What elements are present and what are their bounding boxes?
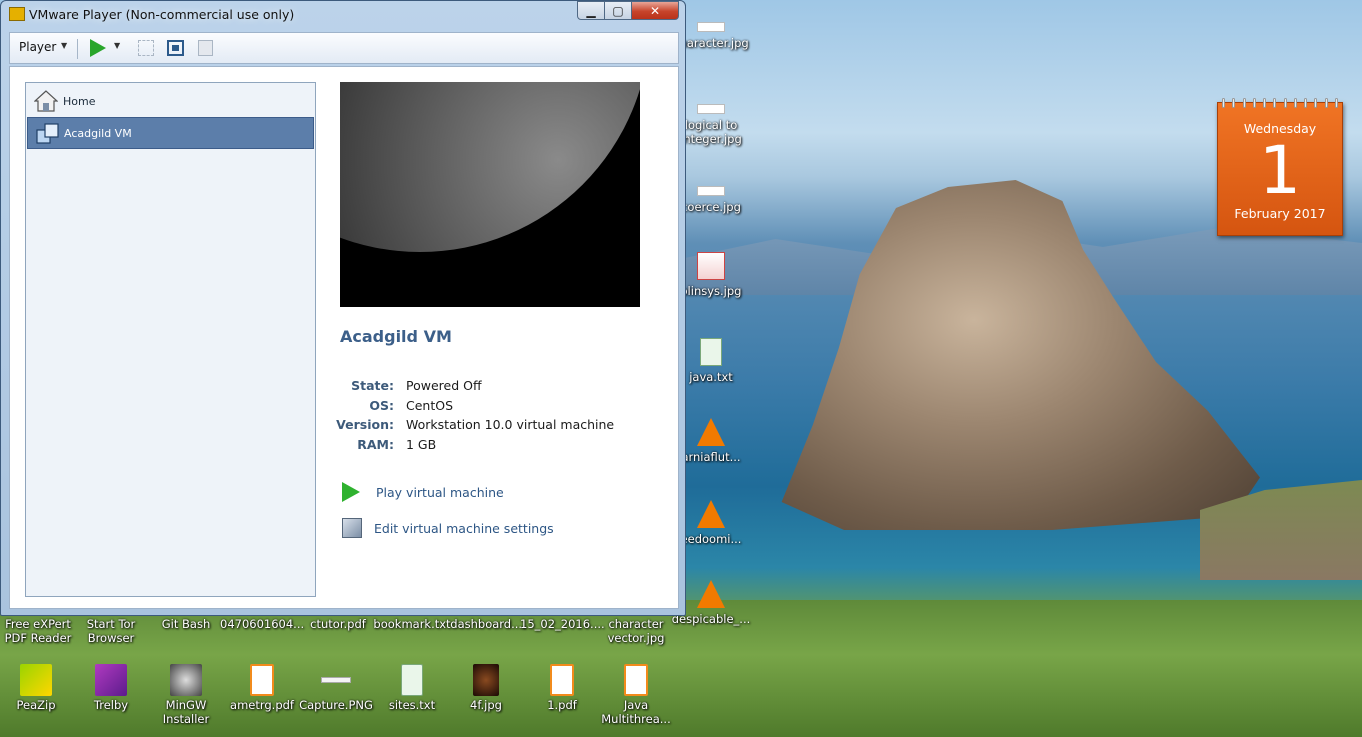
pdf-icon	[624, 664, 648, 696]
image-file-icon	[697, 186, 725, 196]
library-item-home[interactable]: Home	[27, 85, 314, 117]
calendar-date: 1	[1259, 132, 1301, 209]
desktop-icon-15-02-2016[interactable]: 15_02_2016....	[520, 617, 605, 631]
settings-icon	[342, 518, 362, 538]
play-icon	[342, 482, 360, 502]
library-item-vm-label: Acadgild VM	[64, 126, 132, 140]
os-label: OS:	[369, 398, 394, 413]
maximize-button[interactable]: ▢	[604, 1, 632, 20]
state-label: State:	[351, 378, 394, 393]
desktop-icon-capture-png[interactable]: Capture.PNG	[294, 664, 378, 712]
calendar-rings	[1222, 98, 1338, 108]
vm-name-heading: Acadgild VM	[340, 327, 452, 346]
image-file-icon	[320, 664, 352, 696]
desktop-icon-character-vector[interactable]: character vector.jpg	[594, 617, 678, 645]
library-item-acadgild-vm[interactable]: Acadgild VM	[27, 117, 314, 149]
trelby-icon	[95, 664, 127, 696]
preview-shine	[340, 82, 640, 252]
toolbar: Player ▼ ▼	[9, 32, 679, 64]
text-file-icon	[401, 664, 423, 696]
desktop-icon-4f-jpg[interactable]: 4f.jpg	[444, 664, 528, 712]
desktop-icon-bookmark-txt[interactable]: bookmark.txt	[370, 617, 454, 631]
desktop-icon-mingw-installer[interactable]: MinGW Installer	[144, 664, 228, 726]
peazip-icon	[20, 664, 52, 696]
edit-vm-settings-action[interactable]: Edit virtual machine settings	[340, 516, 554, 540]
vmware-player-window: VMware Player (Non-commercial use only) …	[0, 0, 686, 616]
desktop-icon-ametrg-pdf[interactable]: ametrg.pdf	[220, 664, 304, 712]
toolbar-separator	[77, 39, 78, 59]
os-value: CentOS	[406, 398, 454, 413]
vmware-logo-icon	[9, 7, 25, 21]
pdf-icon	[550, 664, 574, 696]
image-file-icon	[473, 664, 499, 696]
unity-icon[interactable]	[138, 40, 154, 56]
play-options-chevron-down-icon[interactable]: ▼	[114, 41, 120, 50]
vlc-icon	[697, 418, 725, 446]
background-rock-island	[781, 180, 1260, 530]
vm-preview-thumbnail	[340, 82, 640, 307]
desktop-icon-sites-txt[interactable]: sites.txt	[370, 664, 454, 712]
desktop: character.jpg logical to integer.jpg coe…	[0, 0, 1362, 737]
desktop-icon-ctutor-pdf[interactable]: ctutor.pdf	[296, 617, 380, 631]
ram-value: 1 GB	[406, 437, 437, 452]
desktop-icon-git-bash[interactable]: Git Bash	[144, 617, 228, 631]
desktop-icon-peazip[interactable]: PeaZip	[0, 664, 78, 712]
mingw-icon	[170, 664, 202, 696]
chevron-down-icon[interactable]: ▼	[61, 41, 67, 50]
version-label: Version:	[336, 417, 394, 432]
image-file-icon	[697, 104, 725, 114]
desktop-icon-dashboard[interactable]: dashboard....	[446, 617, 530, 631]
calendar-month: February 2017	[1234, 206, 1326, 221]
library-item-home-label: Home	[63, 94, 96, 108]
title-bar[interactable]: VMware Player (Non-commercial use only) …	[1, 1, 685, 28]
removable-devices-icon[interactable]	[198, 40, 213, 56]
edit-vm-settings-link[interactable]: Edit virtual machine settings	[374, 521, 554, 536]
vm-library-panel: Home Acadgild VM	[25, 82, 316, 597]
close-button[interactable]: ✕	[631, 1, 679, 20]
play-icon[interactable]	[90, 39, 106, 57]
main-content: Home Acadgild VM Acadgild VM State: Powe…	[9, 66, 679, 609]
desktop-icon-java-multithreading[interactable]: Java Multithrea...	[594, 664, 678, 726]
version-value: Workstation 10.0 virtual machine	[406, 417, 615, 432]
player-menu-button[interactable]: Player	[19, 40, 56, 54]
vlc-icon	[697, 580, 725, 608]
desktop-icon-0470601604[interactable]: 0470601604...	[220, 617, 304, 631]
minimize-button[interactable]: ▁	[577, 1, 605, 20]
calendar-gadget[interactable]: Wednesday 1 February 2017	[1217, 98, 1343, 236]
state-value: Powered Off	[406, 378, 482, 393]
desktop-icon-trelby[interactable]: Trelby	[69, 664, 153, 712]
image-file-icon	[697, 22, 725, 32]
text-file-icon	[700, 338, 722, 366]
full-screen-icon[interactable]	[167, 40, 184, 56]
virtual-machine-icon	[36, 123, 59, 144]
desktop-icon-start-tor-browser[interactable]: Start Tor Browser	[69, 617, 153, 645]
home-icon	[34, 90, 58, 112]
window-title: VMware Player (Non-commercial use only)	[29, 7, 295, 22]
pdf-icon	[250, 664, 274, 696]
desktop-icon-free-expert-pdf[interactable]: Free eXPert PDF Reader	[0, 617, 80, 645]
vlc-icon	[697, 500, 725, 528]
play-vm-link[interactable]: Play virtual machine	[376, 485, 504, 500]
desktop-icon-1-pdf[interactable]: 1.pdf	[520, 664, 604, 712]
play-vm-action[interactable]: Play virtual machine	[340, 480, 504, 504]
image-file-icon	[697, 252, 725, 280]
ram-label: RAM:	[357, 437, 394, 452]
